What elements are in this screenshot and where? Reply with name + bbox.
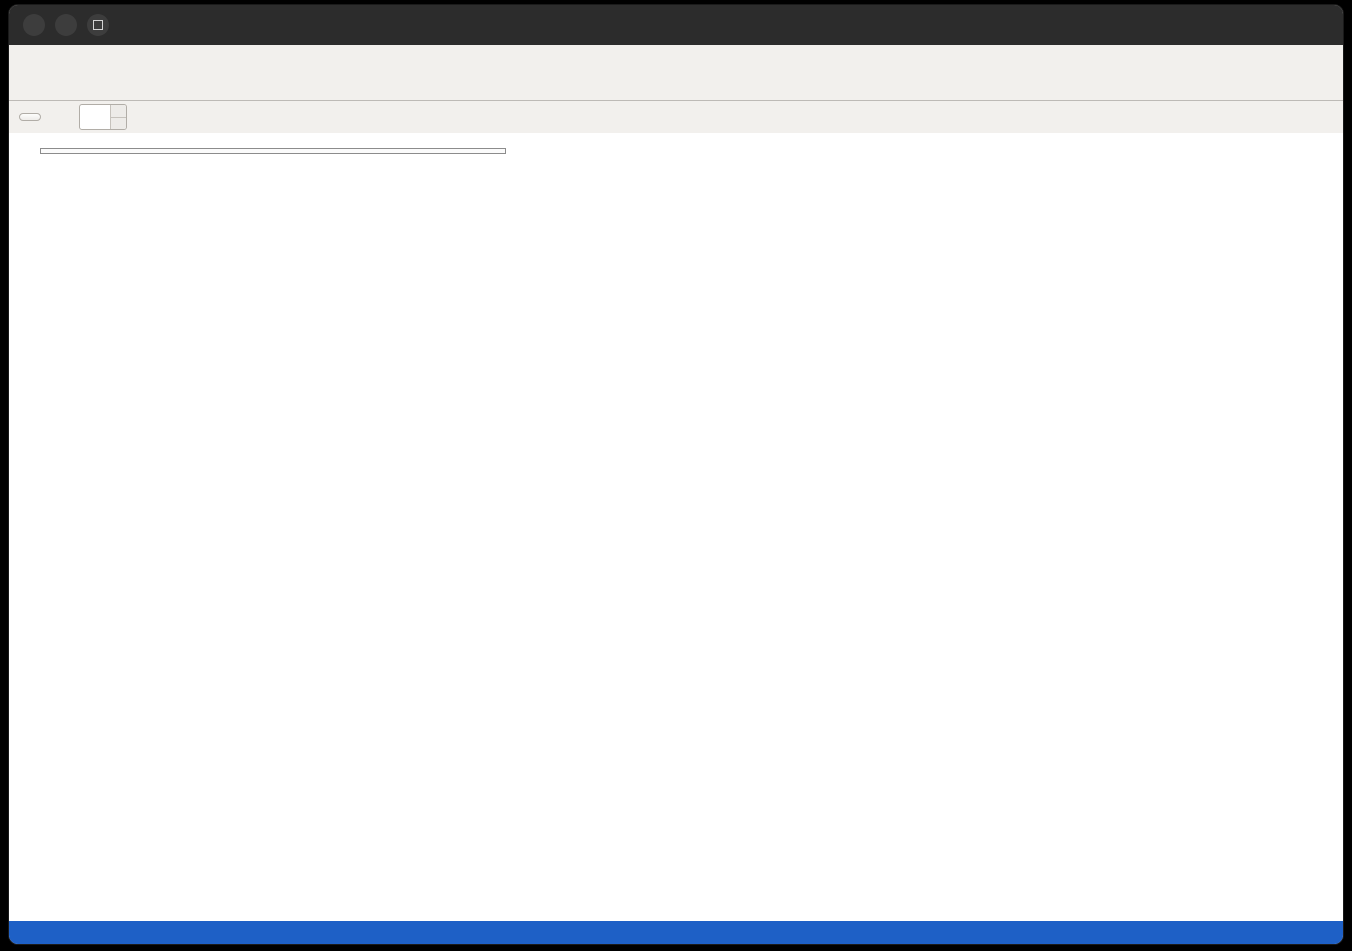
chart-panel [9,133,1344,921]
titlebar [9,5,1343,45]
tab-bar [9,71,1343,101]
close-button[interactable] [23,14,45,36]
export-as-button[interactable] [19,113,41,121]
memory-chart[interactable] [39,147,1267,870]
stacked-diagrams-control [73,104,127,130]
screen [0,0,1352,951]
toolbar [9,101,1343,133]
status-bar [9,921,1344,945]
minimize-button[interactable] [55,14,77,36]
menu-bar [9,45,1343,71]
chart-legend [40,148,506,154]
stacked-diagrams-value [80,105,110,129]
stacked-diagrams-increment[interactable] [111,105,126,118]
app-window [8,4,1344,945]
maximize-button[interactable] [87,14,109,36]
maximize-icon [93,20,103,30]
stacked-diagrams-decrement[interactable] [111,118,126,130]
stacked-diagrams-spinbox[interactable] [79,104,127,130]
